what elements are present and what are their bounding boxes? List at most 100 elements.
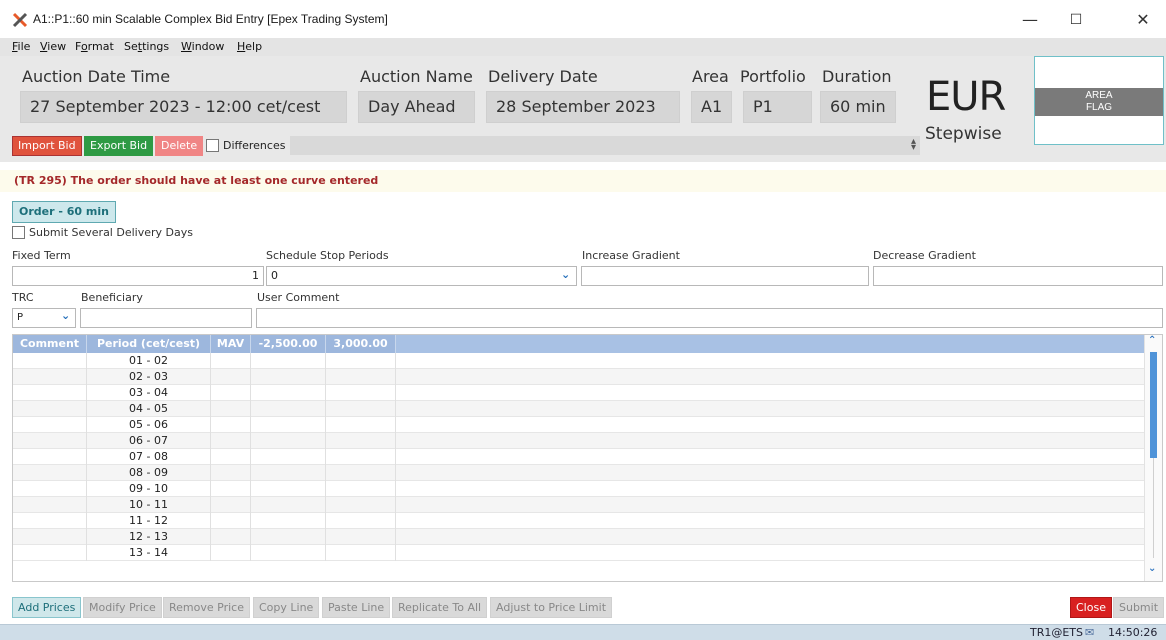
period-cell[interactable]: 08 - 09 [87,465,211,481]
table-cell[interactable] [13,369,87,385]
table-cell[interactable] [251,545,326,561]
period-cell[interactable]: 04 - 05 [87,401,211,417]
table-scrollbar[interactable]: ⌃ ⌄ [1144,335,1162,581]
table-row[interactable]: 10 - 11 [13,497,1145,513]
table-cell[interactable] [251,433,326,449]
table-cell[interactable] [211,449,251,465]
table-cell[interactable] [13,449,87,465]
table-row[interactable]: 03 - 04 [13,385,1145,401]
table-cell[interactable] [326,433,396,449]
table-cell[interactable] [13,497,87,513]
table-cell[interactable] [13,465,87,481]
table-cell[interactable] [211,385,251,401]
close-window-button[interactable]: ✕ [1120,6,1166,34]
table-cell[interactable] [13,353,87,369]
table-row[interactable]: 07 - 08 [13,449,1145,465]
submit-several-days-checkbox[interactable] [12,226,25,239]
submit-button[interactable]: Submit [1113,597,1165,618]
menu-window[interactable]: Window [181,40,224,53]
col-mav[interactable]: MAV [211,335,251,353]
table-cell[interactable] [211,417,251,433]
table-row[interactable]: 04 - 05 [13,401,1145,417]
table-cell[interactable] [13,417,87,433]
remove-price-button[interactable]: Remove Price [163,597,250,618]
scroll-up-icon[interactable]: ⌃ [1148,335,1156,346]
table-cell[interactable] [13,401,87,417]
table-cell[interactable] [326,529,396,545]
trc-chevron-down-icon[interactable]: ⌄ [61,309,70,322]
scroll-track[interactable] [1153,458,1154,558]
table-cell[interactable] [251,385,326,401]
table-cell[interactable] [251,497,326,513]
table-cell[interactable] [326,481,396,497]
period-cell[interactable]: 12 - 13 [87,529,211,545]
table-row[interactable]: 11 - 12 [13,513,1145,529]
table-cell[interactable] [251,449,326,465]
table-cell[interactable] [251,513,326,529]
menu-view[interactable]: View [40,40,66,53]
period-cell[interactable]: 01 - 02 [87,353,211,369]
period-cell[interactable]: 11 - 12 [87,513,211,529]
table-cell[interactable] [326,417,396,433]
col-period[interactable]: Period (cet/cest) [87,335,211,353]
table-cell[interactable] [251,529,326,545]
period-cell[interactable]: 06 - 07 [87,433,211,449]
table-cell[interactable] [13,385,87,401]
table-cell[interactable] [13,481,87,497]
scroll-thumb[interactable] [1150,352,1157,458]
replicate-to-all-button[interactable]: Replicate To All [392,597,488,618]
import-bid-button[interactable]: Import Bid [12,136,82,156]
spinner-arrows-icon[interactable]: ▴ ▾ [911,137,916,153]
tab-order-60-min[interactable]: Order - 60 min [12,201,116,223]
fixed-term-input[interactable]: 1 [12,266,264,286]
copy-line-button[interactable]: Copy Line [253,597,320,618]
table-cell[interactable] [326,385,396,401]
period-cell[interactable]: 05 - 06 [87,417,211,433]
table-row[interactable]: 12 - 13 [13,529,1145,545]
table-row[interactable]: 02 - 03 [13,369,1145,385]
table-cell[interactable] [211,529,251,545]
menu-help[interactable]: Help [237,40,262,53]
adjust-price-limit-button[interactable]: Adjust to Price Limit [490,597,613,618]
table-cell[interactable] [211,497,251,513]
table-cell[interactable] [326,497,396,513]
period-cell[interactable]: 07 - 08 [87,449,211,465]
differences-combo[interactable]: ▴ ▾ [290,136,920,155]
table-cell[interactable] [251,481,326,497]
table-cell[interactable] [251,465,326,481]
table-row[interactable]: 08 - 09 [13,465,1145,481]
period-cell[interactable]: 09 - 10 [87,481,211,497]
table-cell[interactable] [251,417,326,433]
menu-file[interactable]: File [12,40,30,53]
menu-settings[interactable]: Settings [124,40,169,53]
table-row[interactable]: 05 - 06 [13,417,1145,433]
menu-format[interactable]: Format [75,40,114,53]
paste-line-button[interactable]: Paste Line [322,597,391,618]
mail-icon[interactable]: ✉ [1085,626,1094,639]
table-row[interactable]: 09 - 10 [13,481,1145,497]
table-cell[interactable] [13,545,87,561]
col-comment[interactable]: Comment [13,335,87,353]
delete-button[interactable]: Delete [155,136,204,156]
table-cell[interactable] [326,401,396,417]
differences-checkbox[interactable] [206,139,219,152]
col-price-max[interactable]: 3,000.00 [326,335,396,353]
price-table[interactable]: Comment Period (cet/cest) MAV -2,500.00 … [12,334,1163,582]
table-cell[interactable] [326,545,396,561]
increase-gradient-input[interactable] [581,266,869,286]
table-cell[interactable] [211,513,251,529]
period-cell[interactable]: 13 - 14 [87,545,211,561]
table-cell[interactable] [211,481,251,497]
table-cell[interactable] [326,513,396,529]
period-cell[interactable]: 02 - 03 [87,369,211,385]
table-cell[interactable] [326,353,396,369]
modify-price-button[interactable]: Modify Price [83,597,162,618]
beneficiary-input[interactable] [80,308,252,328]
table-row[interactable]: 01 - 02 [13,353,1145,369]
table-cell[interactable] [211,353,251,369]
period-cell[interactable]: 03 - 04 [87,385,211,401]
table-cell[interactable] [13,513,87,529]
schedule-stop-select[interactable]: 0 [266,266,577,286]
export-bid-button[interactable]: Export Bid [84,136,154,156]
decrease-gradient-input[interactable] [873,266,1163,286]
